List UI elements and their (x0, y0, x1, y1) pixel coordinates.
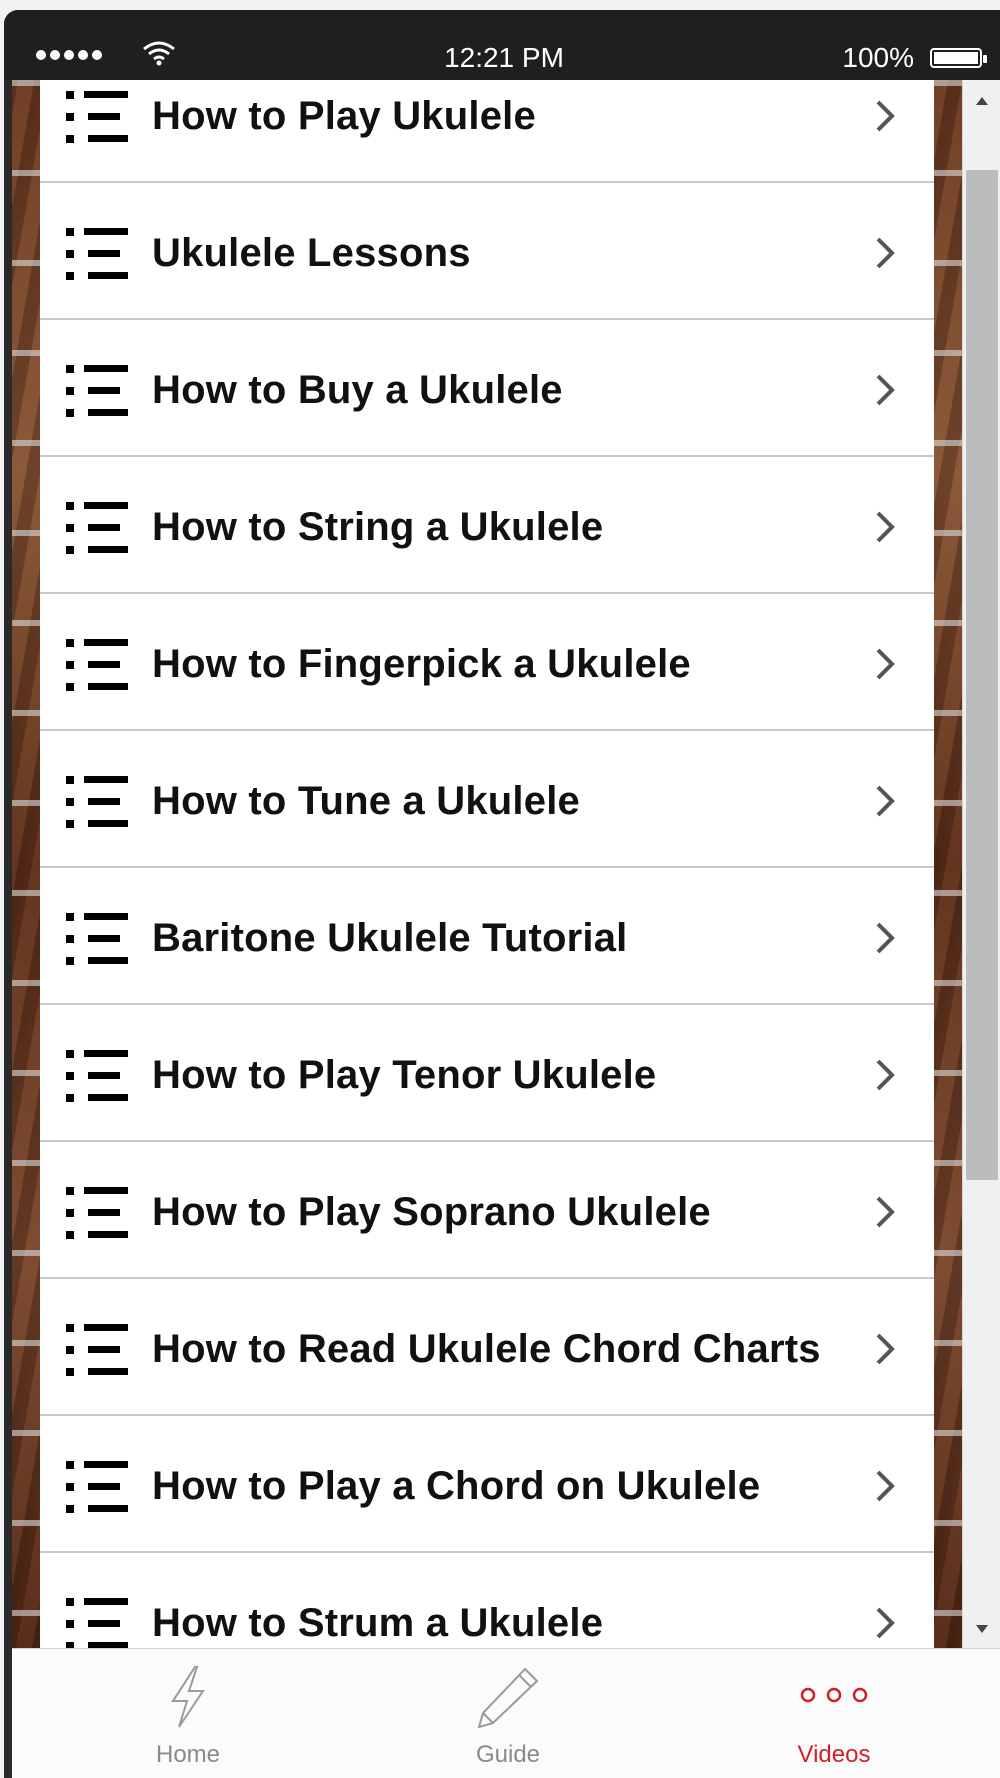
chevron-right-icon (874, 1057, 898, 1093)
list-icon (66, 1187, 128, 1239)
battery-icon (930, 48, 987, 68)
list-item[interactable]: How to Play a Chord on Ukulele (40, 1416, 934, 1553)
tab-guide-label: Guide (475, 1741, 541, 1768)
list-icon (66, 1324, 128, 1376)
tab-guide[interactable]: Guide (408, 1649, 608, 1778)
list-icon (66, 502, 128, 554)
list-item[interactable]: How to Play Soprano Ukulele (40, 1142, 934, 1279)
list-item-label: How to Play Ukulele (152, 94, 536, 138)
background-wood-image-right (934, 80, 962, 1648)
chevron-right-icon (874, 1605, 898, 1641)
list-item[interactable]: Ukulele Lessons (40, 183, 934, 320)
background-wood-image (12, 80, 40, 1648)
tab-bar: Home Guide Videos (12, 1648, 1000, 1778)
chevron-right-icon (874, 920, 898, 956)
chevron-right-icon (874, 1468, 898, 1504)
list-item[interactable]: How to Fingerpick a Ukulele (40, 594, 934, 731)
list-item[interactable]: How to String a Ukulele (40, 457, 934, 594)
list-item-label: How to Play a Chord on Ukulele (152, 1464, 761, 1508)
chevron-right-icon (874, 372, 898, 408)
list-item[interactable]: How to Buy a Ukulele (40, 320, 934, 457)
list-icon (66, 91, 128, 143)
status-bar: 12:21 PM 100% (4, 10, 1000, 80)
list-item-label: How to Strum a Ukulele (152, 1601, 604, 1645)
scroll-down-arrow-icon[interactable] (975, 1624, 989, 1634)
tab-home-label: Home (155, 1741, 221, 1768)
video-list: How to Play Ukulele Ukulele Lessons How … (40, 80, 934, 1648)
list-icon (66, 365, 128, 417)
list-icon (66, 1461, 128, 1513)
tab-home[interactable]: Home (88, 1649, 288, 1778)
pencil-icon (477, 1667, 539, 1729)
battery-percentage: 100% (842, 42, 914, 73)
list-icon (66, 228, 128, 280)
video-list-container: How to Play Ukulele Ukulele Lessons How … (12, 80, 962, 1648)
list-icon (66, 639, 128, 691)
list-item-label: How to String a Ukulele (152, 505, 604, 549)
tab-videos-label: Videos (797, 1741, 871, 1768)
more-dots-icon (800, 1687, 868, 1703)
list-item[interactable]: How to Play Tenor Ukulele (40, 1005, 934, 1142)
list-item-label: How to Play Soprano Ukulele (152, 1190, 711, 1234)
list-item[interactable]: Baritone Ukulele Tutorial (40, 868, 934, 1005)
chevron-right-icon (874, 783, 898, 819)
scrollbar[interactable] (962, 80, 1000, 1648)
chevron-right-icon (874, 98, 898, 134)
list-item[interactable]: How to Tune a Ukulele (40, 731, 934, 868)
list-item[interactable]: How to Play Ukulele (40, 80, 934, 183)
list-icon (66, 1050, 128, 1102)
list-icon (66, 1598, 128, 1648)
tab-videos[interactable]: Videos (734, 1649, 934, 1778)
device-screen: 12:21 PM 100% How to Play Ukulele Ukulel… (0, 0, 1000, 1778)
list-item-label: How to Play Tenor Ukulele (152, 1053, 657, 1097)
scrollbar-thumb[interactable] (966, 170, 998, 1180)
lightning-icon (171, 1666, 205, 1728)
chevron-right-icon (874, 509, 898, 545)
chevron-right-icon (874, 235, 898, 271)
list-item[interactable]: How to Read Ukulele Chord Charts (40, 1279, 934, 1416)
list-item-label: How to Tune a Ukulele (152, 779, 580, 823)
list-item[interactable]: How to Strum a Ukulele (40, 1553, 934, 1648)
list-item-label: Ukulele Lessons (152, 231, 471, 275)
chevron-right-icon (874, 1331, 898, 1367)
list-item-label: Baritone Ukulele Tutorial (152, 916, 628, 960)
list-icon (66, 913, 128, 965)
list-item-label: How to Buy a Ukulele (152, 368, 563, 412)
chevron-right-icon (874, 1194, 898, 1230)
list-icon (66, 776, 128, 828)
list-item-label: How to Fingerpick a Ukulele (152, 642, 691, 686)
chevron-right-icon (874, 646, 898, 682)
scroll-up-arrow-icon[interactable] (975, 96, 989, 106)
list-item-label: How to Read Ukulele Chord Charts (152, 1327, 821, 1371)
